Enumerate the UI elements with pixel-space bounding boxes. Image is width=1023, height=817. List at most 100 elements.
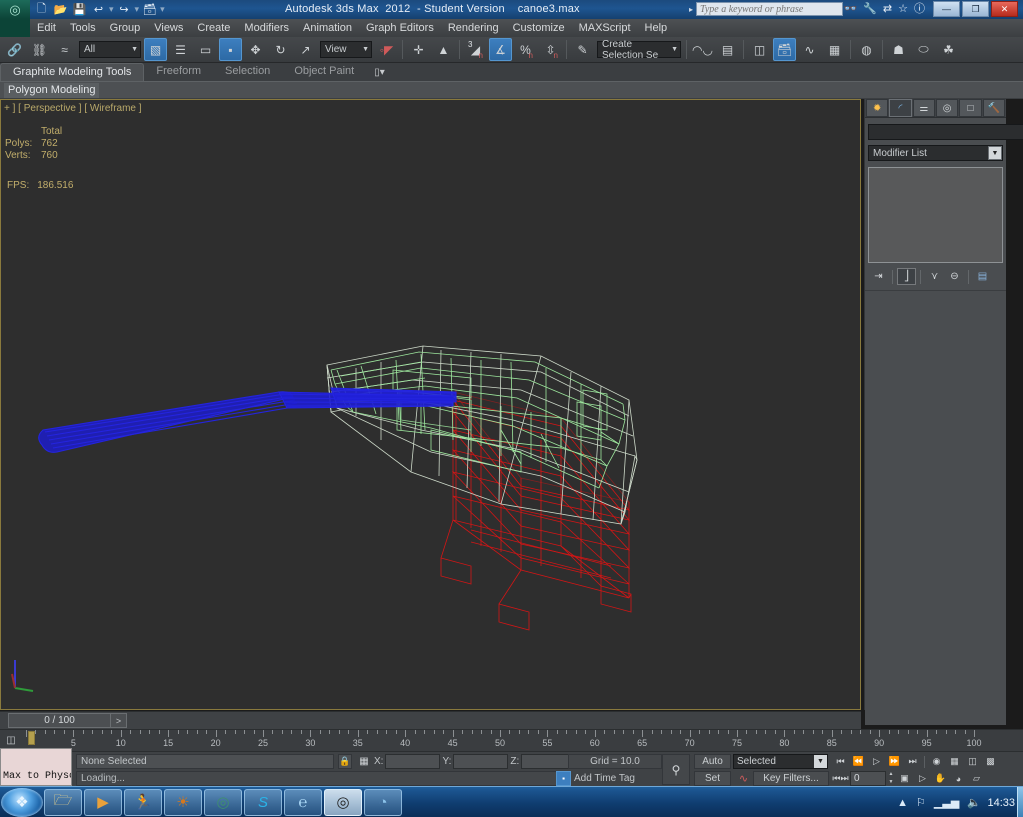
go-to-end-button[interactable]: ⏭: [904, 754, 921, 769]
reference-coord-system-combo[interactable]: View ▼: [320, 41, 372, 58]
start-button[interactable]: ❖: [1, 787, 43, 817]
taskbar-media-player[interactable]: ▶: [84, 788, 122, 816]
mirror-icon[interactable]: ◠◡: [691, 38, 714, 61]
add-time-tag-label[interactable]: Add Time Tag: [574, 773, 635, 784]
taskbar-windows-explorer[interactable]: 🗁: [44, 788, 82, 816]
play-animation-button[interactable]: ▷: [868, 754, 885, 769]
bind-to-space-warp-icon[interactable]: ≈: [53, 38, 76, 61]
absolute-mode-transform-icon[interactable]: ▦: [356, 754, 372, 769]
selection-filter-combo[interactable]: All ▼: [79, 41, 141, 58]
create-tab[interactable]: ✹: [866, 99, 889, 117]
rectangular-selection-region-icon[interactable]: ▭: [194, 38, 217, 61]
taskbar-browser-globe[interactable]: ☀: [164, 788, 202, 816]
menu-views[interactable]: Views: [147, 19, 190, 37]
redo-icon[interactable]: ↪: [116, 2, 133, 18]
perspective-viewport[interactable]: + ] [ Perspective ] [ Wireframe ] Total …: [0, 99, 861, 710]
tab-object-paint[interactable]: Object Paint: [282, 63, 366, 81]
taskbar-3ds-max-window[interactable]: ◎: [204, 788, 242, 816]
set-key-filters-icon[interactable]: ∿: [736, 771, 751, 786]
binoculars-icon[interactable]: 👓: [844, 2, 858, 16]
save-file-icon[interactable]: 💾: [71, 2, 88, 18]
menu-group[interactable]: Group: [103, 19, 148, 37]
menu-maxscript[interactable]: MAXScript: [572, 19, 638, 37]
maximize-viewport-toggle-button[interactable]: ▱: [968, 771, 985, 786]
taskbar-gimp[interactable]: 🏃: [124, 788, 162, 816]
next-frame-button[interactable]: ⏩: [886, 754, 903, 769]
key-mode-button[interactable]: ⏮⏭: [832, 771, 849, 786]
menu-modifiers[interactable]: Modifiers: [237, 19, 296, 37]
keyboard-shortcut-override-icon[interactable]: ▲: [432, 38, 455, 61]
edit-named-selection-sets-icon[interactable]: ✎: [571, 38, 594, 61]
spinner-snap-toggle-icon[interactable]: ⇳ n: [539, 38, 562, 61]
key-mode-toggle-button[interactable]: ◉: [928, 754, 945, 769]
network-flag-icon[interactable]: ⚐: [916, 796, 926, 809]
subtab-polygon-modeling[interactable]: Polygon Modeling: [4, 83, 100, 98]
key-scope-combo[interactable]: Selected ▼: [733, 754, 828, 769]
snaps-toggle-icon[interactable]: 3 ◢ n: [464, 38, 487, 61]
panel-dropdown-icon[interactable]: ▯▾: [366, 63, 393, 81]
menu-animation[interactable]: Animation: [296, 19, 359, 37]
set-key-mode-icon[interactable]: ⚲: [662, 754, 690, 785]
time-slider-track[interactable]: [127, 712, 861, 730]
motion-tab[interactable]: ◎: [935, 99, 959, 117]
use-pivot-point-center-icon[interactable]: ◦◤: [375, 38, 398, 61]
auto-key-button[interactable]: Auto Key: [694, 754, 731, 781]
material-editor-icon[interactable]: ◍: [855, 38, 878, 61]
schematic-view-icon[interactable]: ▦: [823, 38, 846, 61]
frame-spinner[interactable]: ▲ ▼: [887, 771, 895, 786]
time-slider-frame-readout[interactable]: 0 / 100: [8, 713, 111, 728]
select-and-rotate-icon[interactable]: ↻: [269, 38, 292, 61]
help-icon[interactable]: ⓘ: [914, 2, 925, 16]
show-end-result-button[interactable]: ⎦: [897, 268, 916, 285]
select-and-link-icon[interactable]: 🔗: [3, 38, 26, 61]
track-bar-playhead[interactable]: [28, 731, 35, 745]
search-input[interactable]: [696, 2, 843, 16]
minimize-button[interactable]: —: [933, 1, 960, 17]
redo-dropdown-icon[interactable]: ▾: [135, 4, 140, 15]
modify-tab[interactable]: ◜: [889, 99, 912, 117]
time-slider-bar[interactable]: 0 / 100 >: [0, 711, 861, 729]
select-and-move-icon[interactable]: ✥: [244, 38, 267, 61]
hierarchy-tab[interactable]: ⚌: [912, 99, 935, 117]
zoom-extents-all-selected-button[interactable]: ▩: [982, 754, 999, 769]
mini-curve-editor-icon[interactable]: ◫: [2, 733, 20, 748]
object-name-input[interactable]: [868, 124, 1023, 140]
show-hidden-icons-icon[interactable]: ▲: [897, 797, 908, 809]
time-tag-icon[interactable]: ▪: [556, 771, 571, 786]
go-to-start-button[interactable]: ⏮: [832, 754, 849, 769]
unlink-selection-icon[interactable]: ⛓: [28, 38, 51, 61]
taskbar-photo-viewer[interactable]: ◎: [324, 788, 362, 816]
time-configuration-button[interactable]: ▣: [896, 771, 913, 786]
orbit-view-button[interactable]: ◕: [950, 771, 967, 786]
display-tab[interactable]: □: [959, 99, 982, 117]
rendered-frame-window-icon[interactable]: ⬭: [912, 38, 935, 61]
star-icon[interactable]: ☆: [898, 2, 908, 16]
make-unique-button[interactable]: ⋎: [925, 268, 944, 285]
app-logo-icon[interactable]: ◎: [0, 0, 30, 19]
select-keyboard-shortcut-button[interactable]: ▦: [946, 754, 963, 769]
select-and-manipulate-icon[interactable]: ✛: [407, 38, 430, 61]
track-bar[interactable]: ◫ 5 10 15 20 25 30 35 40 45 50 55 60 65 70 75 80 85 90 95 1…: [0, 729, 1023, 751]
tab-selection[interactable]: Selection: [213, 63, 282, 81]
configure-modifier-sets-button[interactable]: ▤: [973, 268, 992, 285]
search-expand-icon[interactable]: ▸: [689, 5, 693, 14]
tab-freeform[interactable]: Freeform: [144, 63, 213, 81]
taskbar-skype[interactable]: S: [244, 788, 282, 816]
y-field[interactable]: [453, 754, 509, 769]
background-window-max-to-physc[interactable]: Max to Physc:: [0, 748, 72, 786]
menu-tools[interactable]: Tools: [63, 19, 103, 37]
remove-modifier-button[interactable]: ⊖: [945, 268, 964, 285]
pan-view-button[interactable]: ✋: [932, 771, 949, 786]
tab-graphite-modeling-tools[interactable]: Graphite Modeling Tools: [0, 63, 145, 81]
lock-icon[interactable]: 🔒: [338, 754, 352, 769]
current-frame-field[interactable]: [850, 771, 886, 786]
key-filters-button[interactable]: Key Filters...: [753, 771, 829, 786]
modifier-list-dropdown[interactable]: Modifier List ▼: [868, 145, 1003, 161]
menu-customize[interactable]: Customize: [506, 19, 572, 37]
network-signal-icon[interactable]: ▁▃▅: [934, 796, 959, 809]
render-production-icon[interactable]: ☘: [937, 38, 960, 61]
menu-create[interactable]: Create: [190, 19, 237, 37]
taskbar-clock[interactable]: 14:33: [987, 787, 1015, 817]
curve-editor-icon[interactable]: ∿: [798, 38, 821, 61]
track-bar-ruler[interactable]: 5 10 15 20 25 30 35 40 45 50 55 60 65 70 75 80 85 90 95 100: [26, 730, 986, 752]
